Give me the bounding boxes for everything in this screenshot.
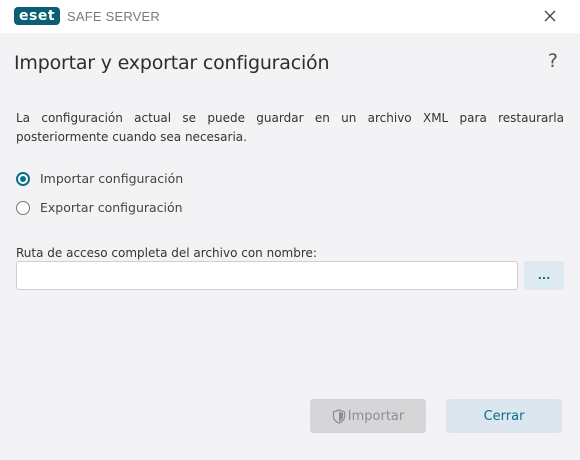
help-icon[interactable]: ? bbox=[548, 50, 558, 72]
import-button-label: Importar bbox=[347, 408, 405, 424]
logo-box: eset bbox=[14, 7, 61, 25]
dialog-description: La configuración actual se puede guardar… bbox=[16, 111, 564, 144]
radio-unselected-icon[interactable] bbox=[16, 200, 30, 215]
radio-import-config[interactable]: Importar configuración bbox=[16, 171, 183, 186]
product-name: SAFE SERVER bbox=[67, 8, 161, 24]
eset-logo: eset SAFE SERVER bbox=[14, 7, 160, 25]
close-button[interactable]: Cerrar bbox=[446, 399, 562, 433]
browse-button[interactable]: ... bbox=[524, 261, 564, 290]
path-label: Ruta de acceso completa del archivo con … bbox=[16, 246, 317, 260]
radio-selected-icon[interactable] bbox=[16, 171, 30, 186]
title-bar: eset SAFE SERVER bbox=[0, 0, 580, 33]
radio-export-label: Exportar configuración bbox=[40, 200, 183, 215]
shield-icon bbox=[332, 408, 345, 424]
path-input[interactable] bbox=[16, 261, 518, 290]
dialog-content: Importar y exportar configuración ? La c… bbox=[0, 33, 580, 460]
close-icon[interactable] bbox=[540, 6, 560, 26]
radio-import-label: Importar configuración bbox=[40, 171, 184, 186]
radio-export-config[interactable]: Exportar configuración bbox=[16, 200, 183, 215]
dialog-title: Importar y exportar configuración bbox=[14, 52, 330, 74]
import-button[interactable]: Importar bbox=[310, 399, 426, 433]
